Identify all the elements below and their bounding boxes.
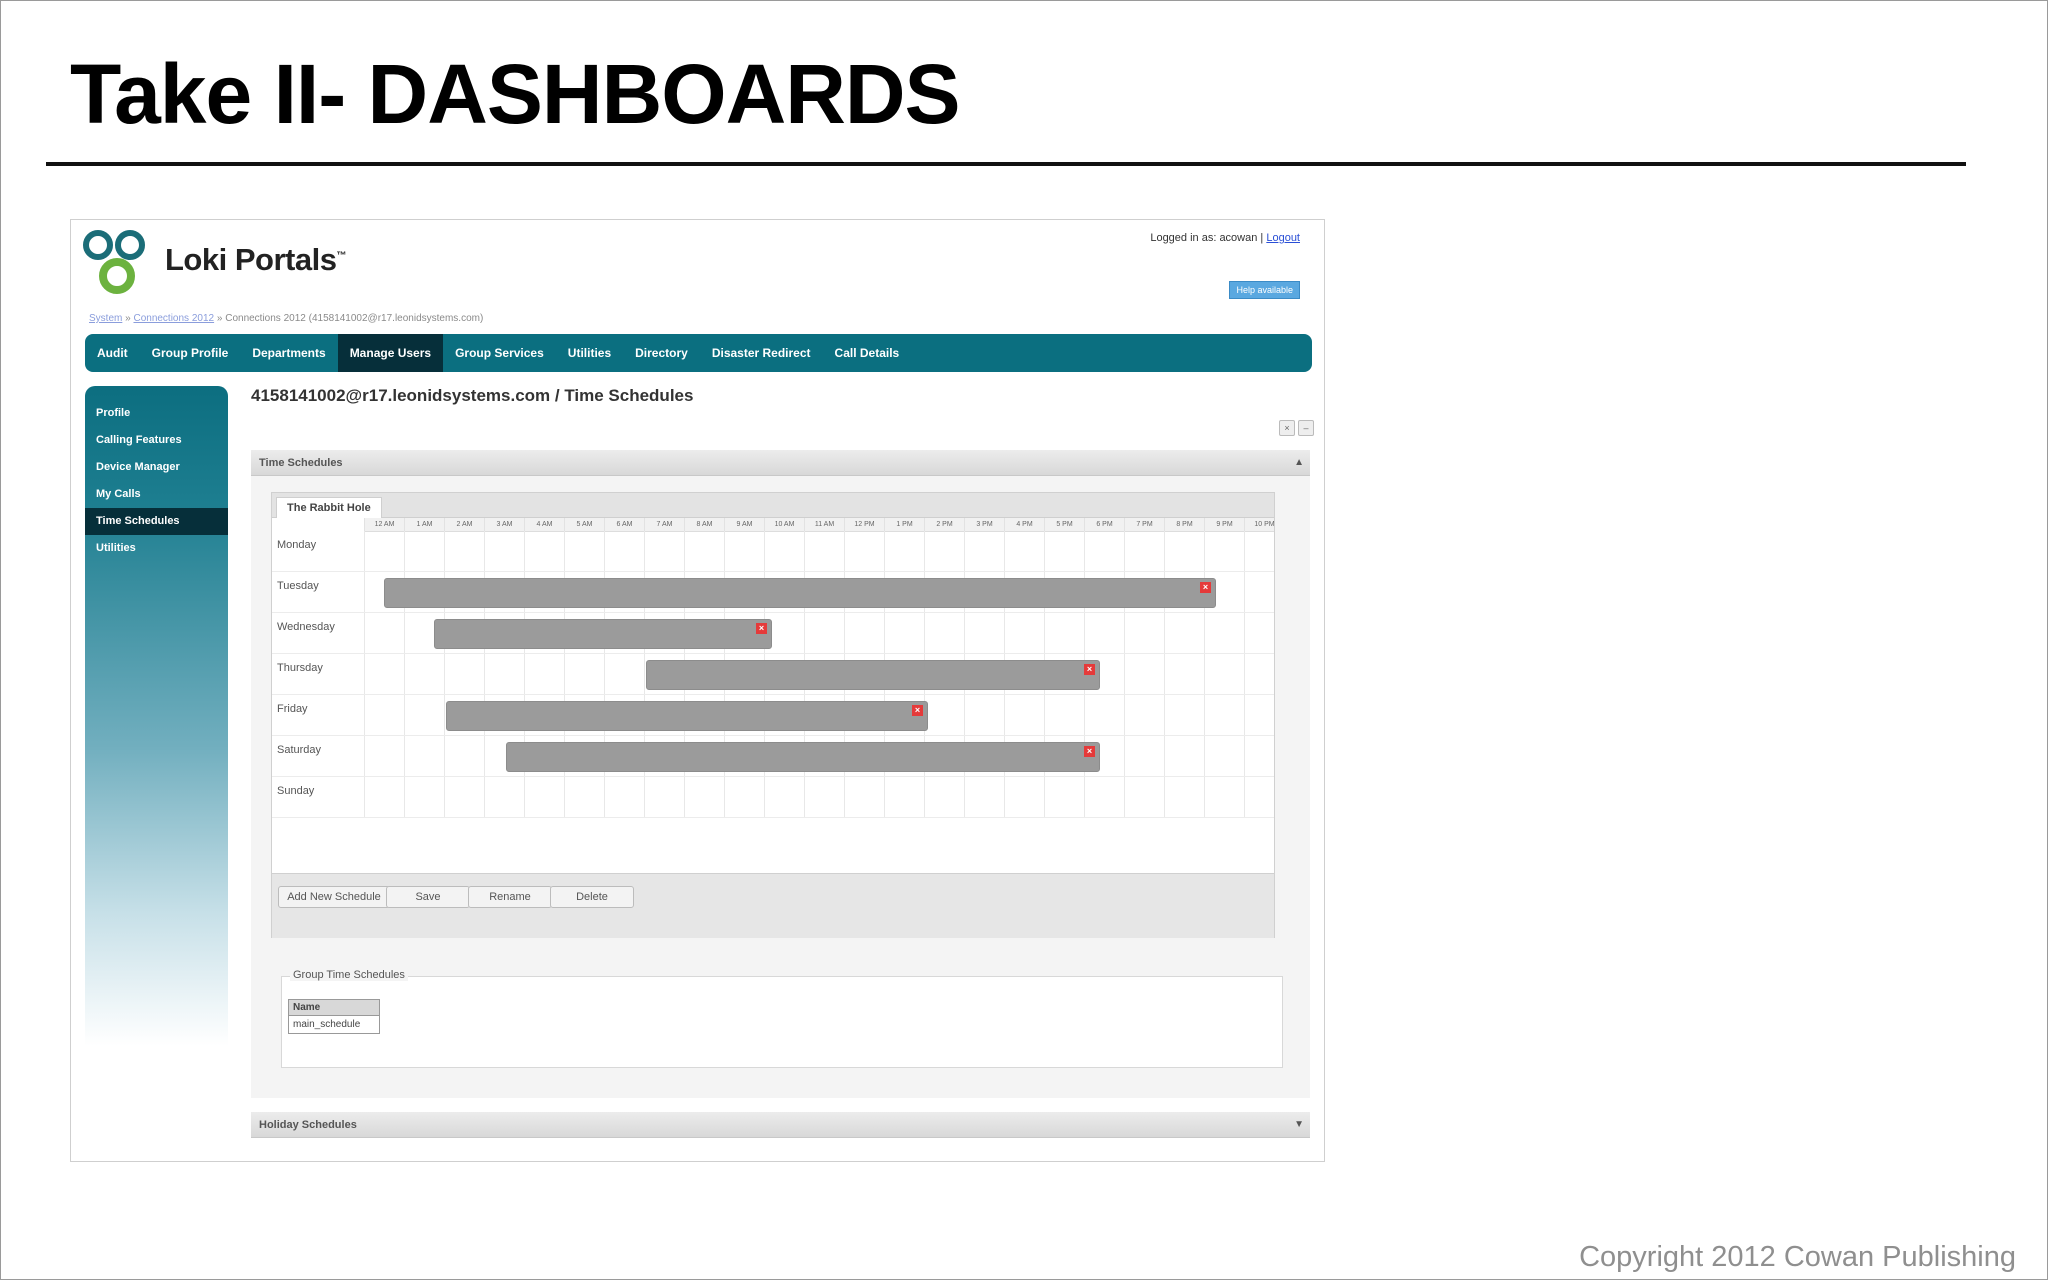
hour-label: 6 AM bbox=[604, 518, 644, 531]
close-icon[interactable]: × bbox=[1084, 664, 1095, 675]
nav-utilities[interactable]: Utilities bbox=[556, 334, 623, 372]
hour-label: 2 AM bbox=[444, 518, 484, 531]
hour-label: 3 AM bbox=[484, 518, 524, 531]
logout-link[interactable]: Logout bbox=[1266, 232, 1300, 244]
window-controls: × – bbox=[1279, 420, 1314, 436]
hour-label: 8 PM bbox=[1164, 518, 1204, 531]
chevron-down-icon[interactable]: ▼ bbox=[1294, 1112, 1304, 1138]
nav-departments[interactable]: Departments bbox=[240, 334, 337, 372]
sidebar-item-profile[interactable]: Profile bbox=[85, 400, 228, 427]
hour-label: 1 PM bbox=[884, 518, 924, 531]
page-title: 4158141002@r17.leonidsystems.com / Time … bbox=[251, 386, 694, 405]
nav-disaster-redirect[interactable]: Disaster Redirect bbox=[700, 334, 823, 372]
nav-group-services[interactable]: Group Services bbox=[443, 334, 556, 372]
chevron-up-icon[interactable]: ▲ bbox=[1294, 450, 1304, 476]
hour-label: 2 PM bbox=[924, 518, 964, 531]
slide-title: Take II- DASHBOARDS bbox=[70, 47, 961, 141]
sidebar-item-device-manager[interactable]: Device Manager bbox=[85, 454, 228, 481]
top-nav: Audit Group Profile Departments Manage User… bbox=[85, 334, 1312, 372]
close-icon[interactable]: × bbox=[912, 705, 923, 716]
group-schedules-table: Name main_schedule bbox=[288, 999, 380, 1034]
holiday-schedules-header[interactable]: Holiday Schedules ▼ bbox=[251, 1112, 1310, 1138]
close-icon[interactable]: × bbox=[1279, 420, 1295, 436]
day-label: Saturday bbox=[277, 744, 322, 756]
nav-call-details[interactable]: Call Details bbox=[823, 334, 912, 372]
sidebar-item-calling-features[interactable]: Calling Features bbox=[85, 427, 228, 454]
nav-group-profile[interactable]: Group Profile bbox=[140, 334, 241, 372]
hour-label: 4 AM bbox=[524, 518, 564, 531]
nav-audit[interactable]: Audit bbox=[85, 334, 140, 372]
group-time-schedules: Group Time Schedules Name main_schedule bbox=[281, 969, 1283, 1068]
brand-name: Loki Portals™ bbox=[165, 242, 346, 277]
hour-header: 12 AM 1 AM 2 AM 3 AM 4 AM 5 AM 6 AM 7 AM 8 AM 9 A… bbox=[364, 518, 1275, 532]
table-row[interactable]: main_schedule bbox=[289, 1016, 379, 1033]
hour-label: 10 PM bbox=[1244, 518, 1284, 531]
day-row-wednesday: Wednesday bbox=[272, 613, 1274, 654]
sidebar-item-my-calls[interactable]: My Calls bbox=[85, 481, 228, 508]
loki-logo-icon bbox=[83, 230, 155, 302]
hour-label: 10 AM bbox=[764, 518, 804, 531]
nav-directory[interactable]: Directory bbox=[623, 334, 700, 372]
hour-label: 12 AM bbox=[364, 518, 404, 531]
side-nav: Profile Calling Features Device Manager My … bbox=[85, 386, 228, 1046]
help-button[interactable]: Help available bbox=[1229, 281, 1300, 299]
logged-in-status: Logged in as: acowan | Logout bbox=[1150, 232, 1300, 244]
add-new-schedule-button[interactable]: Add New Schedule bbox=[278, 886, 390, 908]
day-row-monday: Monday bbox=[272, 531, 1274, 572]
hour-label: 9 AM bbox=[724, 518, 764, 531]
schedule-grid: 12 AM 1 AM 2 AM 3 AM 4 AM 5 AM 6 AM 7 AM 8 AM 9 A… bbox=[272, 518, 1275, 873]
breadcrumb-system[interactable]: System bbox=[89, 313, 122, 324]
schedule-bar-thursday[interactable]: × bbox=[646, 660, 1100, 690]
schedule-bar-friday[interactable]: × bbox=[446, 701, 928, 731]
day-label: Wednesday bbox=[277, 621, 335, 633]
hour-label: 9 PM bbox=[1204, 518, 1244, 531]
time-schedules-header[interactable]: Time Schedules ▲ bbox=[251, 450, 1310, 476]
breadcrumb-current: Connections 2012 (4158141002@r17.leonids… bbox=[225, 313, 484, 324]
sidebar-item-utilities[interactable]: Utilities bbox=[85, 535, 228, 562]
copyright-notice: Copyright 2012 Cowan Publishing bbox=[1579, 1241, 2016, 1273]
day-row-sunday: Sunday bbox=[272, 777, 1274, 818]
schedule-toolbar: Add New Schedule Save Rename Delete bbox=[272, 873, 1274, 938]
title-divider bbox=[46, 162, 1966, 166]
hour-label: 11 AM bbox=[804, 518, 844, 531]
rename-button[interactable]: Rename bbox=[468, 886, 552, 908]
group-time-schedules-legend: Group Time Schedules bbox=[290, 969, 408, 981]
portal-screenshot: Loki Portals™ Logged in as: acowan | Log… bbox=[70, 219, 1325, 1162]
day-label: Tuesday bbox=[277, 580, 319, 592]
day-label: Monday bbox=[277, 539, 317, 551]
hour-label: 7 PM bbox=[1124, 518, 1164, 531]
schedule-tabs: The Rabbit Hole bbox=[272, 493, 1274, 518]
minimize-icon[interactable]: – bbox=[1298, 420, 1314, 436]
day-label: Friday bbox=[277, 703, 308, 715]
close-icon[interactable]: × bbox=[756, 623, 767, 634]
close-icon[interactable]: × bbox=[1200, 582, 1211, 593]
breadcrumb-group[interactable]: Connections 2012 bbox=[133, 313, 214, 324]
hour-label: 7 AM bbox=[644, 518, 684, 531]
day-label: Thursday bbox=[277, 662, 323, 674]
schedule-editor: The Rabbit Hole 12 AM 1 AM 2 AM 3 AM 4 AM 5 A… bbox=[271, 492, 1275, 938]
nav-manage-users[interactable]: Manage Users bbox=[337, 334, 444, 372]
breadcrumb: System » Connections 2012 » Connections … bbox=[89, 313, 484, 324]
delete-button[interactable]: Delete bbox=[550, 886, 634, 908]
hour-label: 1 AM bbox=[404, 518, 444, 531]
close-icon[interactable]: × bbox=[1084, 746, 1095, 757]
hour-label: 8 AM bbox=[684, 518, 724, 531]
hour-label: 6 PM bbox=[1084, 518, 1124, 531]
table-header-name: Name bbox=[289, 1000, 379, 1016]
save-button[interactable]: Save bbox=[386, 886, 470, 908]
tab-the-rabbit-hole[interactable]: The Rabbit Hole bbox=[276, 497, 382, 518]
schedule-bar-saturday[interactable]: × bbox=[506, 742, 1100, 772]
time-schedules-panel: The Rabbit Hole 12 AM 1 AM 2 AM 3 AM 4 AM 5 A… bbox=[251, 476, 1310, 1098]
hour-label: 4 PM bbox=[1004, 518, 1044, 531]
schedule-bar-wednesday[interactable]: × bbox=[434, 619, 772, 649]
hour-label: 5 AM bbox=[564, 518, 604, 531]
day-label: Sunday bbox=[277, 785, 315, 797]
hour-label: 5 PM bbox=[1044, 518, 1084, 531]
sidebar-item-time-schedules[interactable]: Time Schedules bbox=[85, 508, 228, 535]
hour-label: 12 PM bbox=[844, 518, 884, 531]
schedule-bar-tuesday[interactable]: × bbox=[384, 578, 1216, 608]
hour-label: 3 PM bbox=[964, 518, 1004, 531]
